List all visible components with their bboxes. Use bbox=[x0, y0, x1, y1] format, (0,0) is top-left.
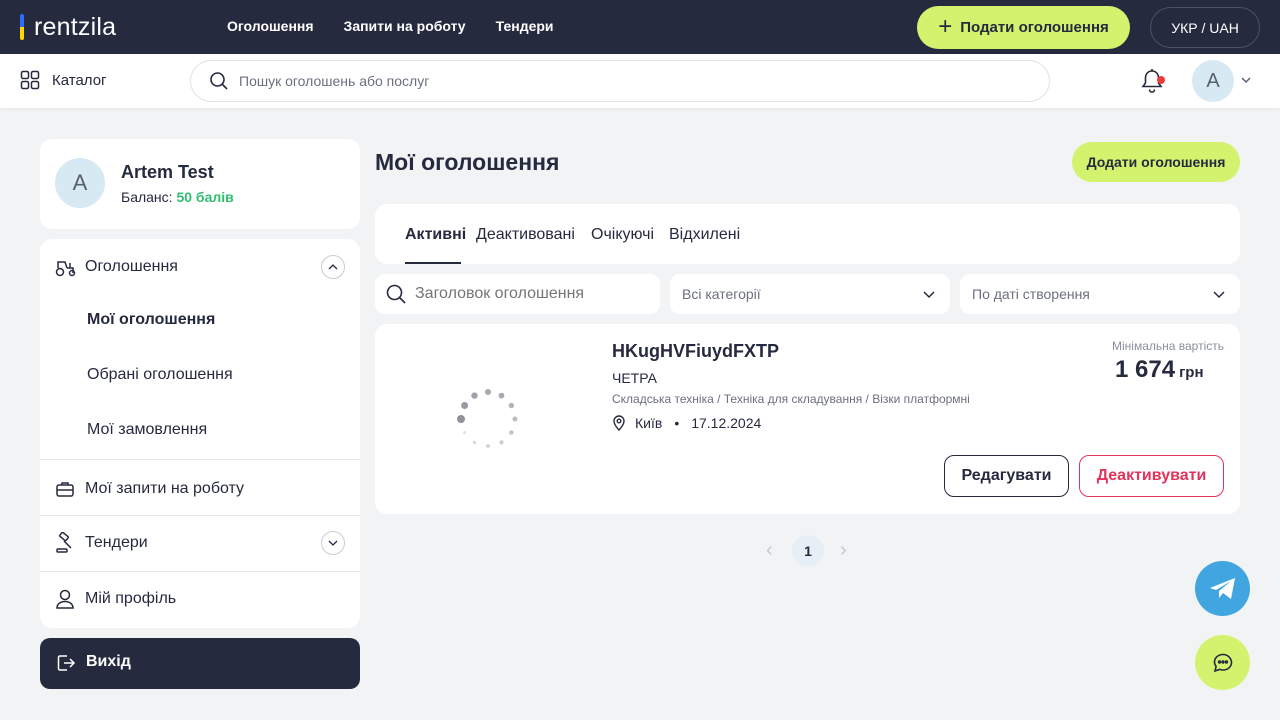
page-number[interactable]: 1 bbox=[792, 535, 824, 567]
sidebar-subitem-my-orders[interactable]: Мої замовлення bbox=[87, 421, 207, 439]
catalog-label: Каталог bbox=[52, 71, 107, 89]
profile-card: A Artem Test Баланс: 50 балів bbox=[40, 139, 360, 229]
status-tabs: Активні Деактивовані Очікуючі Відхилені bbox=[375, 204, 1240, 264]
balance-value: 50 балів bbox=[176, 189, 234, 205]
main-nav: Оголошення Запити на роботу Тендери bbox=[227, 18, 554, 34]
chat-button[interactable] bbox=[1195, 635, 1250, 690]
avatar: A bbox=[55, 158, 105, 208]
listing-date: 17.12.2024 bbox=[691, 415, 762, 431]
listing-meta: Київ • 17.12.2024 bbox=[612, 415, 761, 431]
price-currency: грн bbox=[1179, 364, 1204, 381]
active-tab-indicator bbox=[405, 262, 461, 264]
deactivate-button[interactable]: Деактивувати bbox=[1079, 455, 1224, 497]
sidebar-menu: Оголошення Мої оголошення Обрані оголоше… bbox=[40, 239, 360, 628]
chat-icon bbox=[1213, 653, 1232, 672]
tab-active[interactable]: Активні bbox=[405, 226, 466, 244]
user-icon bbox=[56, 589, 74, 609]
listing-title[interactable]: HKugHVFiuydFXTP bbox=[612, 341, 779, 362]
nav-link-ads[interactable]: Оголошення bbox=[227, 18, 314, 34]
nav-link-work-requests[interactable]: Запити на роботу bbox=[344, 18, 466, 34]
sidebar-item-work-requests[interactable]: Мої запити на роботу bbox=[40, 477, 360, 501]
listing-city: Київ bbox=[635, 415, 663, 431]
chevron-down-icon[interactable] bbox=[1240, 74, 1252, 86]
category-select-value: Всі категорії bbox=[682, 286, 761, 302]
listing-brand: ЧЕТРА bbox=[612, 370, 657, 386]
balance-label: Баланс: bbox=[121, 189, 173, 205]
price-value: 1 674 bbox=[1115, 356, 1176, 383]
listing-card: HKugHVFiuydFXTP ЧЕТРА Складська техніка … bbox=[375, 324, 1240, 514]
notification-dot bbox=[1157, 76, 1165, 84]
user-avatar[interactable]: A bbox=[1192, 60, 1234, 102]
collapse-ads-button[interactable] bbox=[321, 255, 345, 279]
sidebar-item-tenders[interactable]: Тендери bbox=[40, 531, 360, 555]
tractor-icon bbox=[55, 261, 76, 277]
logo-flag-bar bbox=[20, 14, 24, 40]
plus-icon: + bbox=[938, 12, 953, 40]
sort-select-value: По даті створення bbox=[972, 286, 1090, 302]
telegram-icon bbox=[1209, 577, 1235, 599]
notifications-button[interactable] bbox=[1140, 68, 1165, 99]
logout-label: Вихід bbox=[86, 653, 131, 670]
telegram-button[interactable] bbox=[1195, 561, 1250, 616]
tab-deactivated[interactable]: Деактивовані bbox=[476, 226, 575, 244]
divider bbox=[40, 571, 360, 572]
sidebar-item-label: Оголошення bbox=[85, 258, 178, 275]
global-search bbox=[190, 60, 1050, 102]
rentzila-logo[interactable]: rentzila bbox=[20, 12, 117, 41]
search-bar-row: Каталог A bbox=[0, 54, 1280, 108]
catalog-button[interactable]: Каталог bbox=[20, 70, 107, 90]
category-select[interactable]: Всі категорії bbox=[670, 274, 950, 314]
nav-link-tenders[interactable]: Тендери bbox=[496, 18, 554, 34]
sidebar-item-label: Тендери bbox=[85, 534, 148, 551]
add-ad-button[interactable]: Додати оголошення bbox=[1072, 142, 1240, 182]
sidebar-item-label: Мій профіль bbox=[85, 590, 177, 607]
language-currency-switch[interactable]: УКР / UAH bbox=[1150, 7, 1260, 48]
separator-dot: • bbox=[674, 415, 680, 431]
ad-title-search-input[interactable] bbox=[415, 285, 645, 303]
sidebar-subitem-my-ads[interactable]: Мої оголошення bbox=[87, 311, 215, 329]
expand-tenders-button[interactable] bbox=[321, 531, 345, 555]
prev-page-button[interactable]: ‹ bbox=[766, 539, 773, 562]
chevron-down-icon bbox=[923, 291, 935, 299]
sidebar-item-ads[interactable]: Оголошення bbox=[40, 255, 360, 279]
sidebar-subitem-favorites[interactable]: Обрані оголошення bbox=[87, 366, 233, 384]
briefcase-icon bbox=[56, 482, 74, 497]
logo-text: rentzila bbox=[34, 12, 117, 41]
tab-rejected[interactable]: Відхилені bbox=[669, 226, 740, 244]
divider bbox=[40, 459, 360, 460]
balance: Баланс: 50 балів bbox=[121, 189, 234, 205]
listing-price: 1 674 грн bbox=[1115, 356, 1204, 384]
min-price-label: Мінімальна вартість bbox=[1111, 339, 1224, 353]
gavel-icon bbox=[56, 532, 72, 553]
search-icon bbox=[210, 72, 228, 90]
logout-icon bbox=[57, 655, 76, 671]
next-page-button[interactable]: › bbox=[840, 539, 847, 562]
edit-button[interactable]: Редагувати bbox=[944, 455, 1069, 497]
profile-name: Artem Test bbox=[121, 162, 214, 182]
sidebar-item-profile[interactable]: Мій профіль bbox=[40, 587, 360, 611]
chevron-up-icon bbox=[328, 264, 338, 270]
sort-select[interactable]: По даті створення bbox=[960, 274, 1240, 314]
sidebar-item-label: Мої запити на роботу bbox=[85, 480, 245, 497]
post-ad-button[interactable]: + Подати оголошення bbox=[917, 6, 1130, 49]
loading-spinner-icon bbox=[457, 389, 518, 448]
chevron-down-icon bbox=[1213, 291, 1225, 299]
divider bbox=[40, 515, 360, 516]
listing-category-path: Складська техніка / Техніка для складува… bbox=[612, 392, 970, 406]
global-search-input[interactable] bbox=[239, 73, 999, 89]
top-navbar: rentzila Оголошення Запити на роботу Тен… bbox=[0, 0, 1280, 54]
search-icon bbox=[386, 284, 406, 304]
page-title: Мої оголошення bbox=[375, 149, 560, 175]
post-ad-label: Подати оголошення bbox=[960, 19, 1109, 36]
logout-button[interactable]: Вихід bbox=[40, 638, 360, 689]
location-pin-icon bbox=[613, 415, 625, 431]
tab-pending[interactable]: Очікуючі bbox=[591, 226, 654, 244]
ad-title-search bbox=[375, 274, 660, 314]
catalog-grid-icon bbox=[20, 70, 40, 90]
chevron-down-icon bbox=[328, 540, 338, 546]
